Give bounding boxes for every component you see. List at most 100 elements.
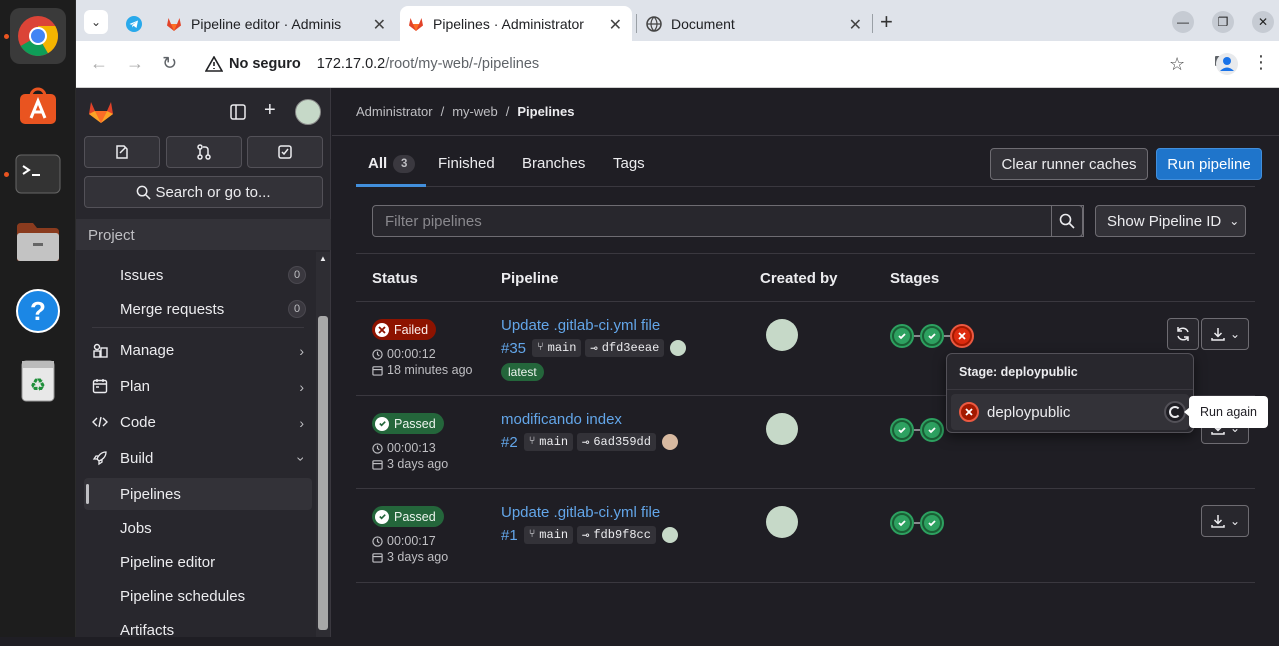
filter-pipelines-input[interactable]: Filter pipelines xyxy=(372,205,1084,237)
status-badge[interactable]: Failed xyxy=(372,319,437,340)
issues-shortcut-button[interactable] xyxy=(84,136,160,168)
stage-failed-icon[interactable] xyxy=(950,324,974,348)
scrollbar-thumb[interactable] xyxy=(318,316,328,630)
filter-search-button[interactable] xyxy=(1051,205,1083,237)
create-new-icon[interactable]: + xyxy=(264,99,276,122)
merge-requests-shortcut-button[interactable] xyxy=(166,136,242,168)
stage-passed-icon[interactable] xyxy=(920,324,944,348)
user-avatar[interactable] xyxy=(295,99,321,125)
breadcrumb-item[interactable]: my-web xyxy=(452,104,498,119)
creator-avatar[interactable] xyxy=(766,506,798,538)
pipeline-id-link[interactable]: #2 xyxy=(501,434,518,451)
pipeline-title-link[interactable]: Update .gitlab-ci.yml file xyxy=(501,504,660,521)
pipeline-id-link[interactable]: #1 xyxy=(501,527,518,544)
download-artifacts-dropdown[interactable]: ⌄ xyxy=(1201,318,1249,350)
sidebar-item-pipeline-editor[interactable]: Pipeline editor xyxy=(84,546,312,578)
status-badge[interactable]: Passed xyxy=(372,413,444,434)
commit-ref[interactable]: ⊸ dfd3eeae xyxy=(585,339,665,357)
branch-ref[interactable]: ⑂ main xyxy=(523,433,574,451)
pipeline-id-link[interactable]: #35 xyxy=(501,340,526,357)
commit-ref[interactable]: ⊸ 6ad359dd xyxy=(577,433,656,451)
author-avatar[interactable] xyxy=(661,527,678,543)
stage-passed-icon[interactable] xyxy=(920,511,944,535)
sidebar-item-plan[interactable]: Plan › xyxy=(84,370,312,402)
search-button[interactable]: Search or go to... xyxy=(84,176,323,208)
tab-finished[interactable]: Finished xyxy=(438,155,495,172)
pipeline-title-link[interactable]: Update .gitlab-ci.yml file xyxy=(501,317,660,334)
minimize-icon[interactable]: — xyxy=(1172,11,1194,33)
calendar-icon xyxy=(372,365,387,376)
terminal-icon[interactable] xyxy=(10,146,66,202)
run-again-button[interactable] xyxy=(1164,401,1186,423)
forward-icon[interactable]: → xyxy=(126,53,144,74)
app-center-icon[interactable] xyxy=(10,78,66,134)
retry-button[interactable] xyxy=(1167,318,1199,350)
scroll-up-icon[interactable]: ▲ xyxy=(319,254,327,263)
stage-passed-icon[interactable] xyxy=(890,324,914,348)
menu-kebab-icon[interactable]: ⋮ xyxy=(1252,52,1270,73)
breadcrumb-item[interactable]: Administrator xyxy=(356,104,433,119)
sidebar-item-pipelines[interactable]: Pipelines xyxy=(84,478,312,510)
tab-strip: ⌄ Pipeline editor · Adminis ✕ Pipelines … xyxy=(76,0,1279,41)
back-icon[interactable]: ← xyxy=(90,53,108,74)
creator-avatar[interactable] xyxy=(766,413,798,445)
commit-ref[interactable]: ⊸ fdb9f8cc xyxy=(577,526,656,544)
maximize-icon[interactable]: ❐ xyxy=(1212,11,1234,33)
branch-ref[interactable]: ⑂ main xyxy=(532,339,582,357)
clear-runner-caches-button[interactable]: Clear runner caches xyxy=(990,148,1148,180)
job-item-deploypublic[interactable]: deploypublic xyxy=(951,394,1189,430)
tab-pipeline-editor[interactable]: Pipeline editor · Adminis ✕ xyxy=(120,6,396,41)
stage-passed-icon[interactable] xyxy=(890,511,914,535)
sidebar-item-label: Plan xyxy=(120,377,151,395)
tab-pipelines[interactable]: Pipelines · Administrator ✕ xyxy=(400,6,632,41)
branch-ref[interactable]: ⑂ main xyxy=(523,526,574,544)
sidebar-scrollbar[interactable]: ▲ xyxy=(316,252,330,637)
help-icon[interactable]: ? xyxy=(10,283,66,339)
bookmark-star-icon[interactable]: ☆ xyxy=(1169,54,1185,75)
todos-shortcut-button[interactable] xyxy=(247,136,323,168)
sidebar-item-code[interactable]: Code › xyxy=(84,406,312,438)
sidebar-item-build[interactable]: Build › xyxy=(84,442,312,474)
gitlab-logo-icon[interactable] xyxy=(88,100,114,124)
reload-icon[interactable]: ↻ xyxy=(162,53,177,74)
sidebar-item-pipeline-schedules[interactable]: Pipeline schedules xyxy=(84,580,312,612)
collapse-sidebar-icon[interactable] xyxy=(230,104,246,120)
author-avatar[interactable] xyxy=(661,434,678,450)
show-pipeline-id-dropdown[interactable]: Show Pipeline ID ⌄ xyxy=(1095,205,1246,237)
column-header-stages: Stages xyxy=(890,270,940,287)
creator-avatar[interactable] xyxy=(766,319,798,351)
author-avatar[interactable] xyxy=(670,340,687,356)
project-section-label: Project xyxy=(76,219,331,250)
close-window-icon[interactable]: ✕ xyxy=(1252,11,1274,33)
sidebar-item-artifacts[interactable]: Artifacts xyxy=(84,614,312,646)
tab-tags[interactable]: Tags xyxy=(613,155,645,172)
chrome-app-icon[interactable] xyxy=(10,8,66,64)
url-path: /root/my-web/-/pipelines xyxy=(385,56,540,72)
tab-branches[interactable]: Branches xyxy=(522,155,585,172)
files-icon[interactable] xyxy=(10,214,66,270)
run-pipeline-button[interactable]: Run pipeline xyxy=(1156,148,1262,180)
sidebar-item-jobs[interactable]: Jobs xyxy=(84,512,312,544)
pipeline-title-link[interactable]: modificando index xyxy=(501,411,622,428)
commit-icon: ⊸ xyxy=(582,435,590,450)
sidebar-item-issues[interactable]: Issues 0 xyxy=(84,259,312,291)
stage-passed-icon[interactable] xyxy=(890,418,914,442)
duration: 00:00:12 xyxy=(372,347,436,361)
sidebar-item-manage[interactable]: Manage › xyxy=(84,334,312,366)
url-field[interactable]: No seguro 172.17.0.2 /root/my-web/-/pipe… xyxy=(201,47,1246,81)
download-artifacts-dropdown[interactable]: ⌄ xyxy=(1201,505,1249,537)
svg-text:?: ? xyxy=(30,296,46,326)
trash-icon[interactable]: ♻ xyxy=(10,352,66,408)
sidebar-item-merge-requests[interactable]: Merge requests 0 xyxy=(84,293,312,325)
new-tab-icon[interactable]: + xyxy=(880,9,893,35)
close-tab-icon[interactable]: ✕ xyxy=(849,15,862,35)
status-badge[interactable]: Passed xyxy=(372,506,444,527)
profile-icon[interactable] xyxy=(1216,53,1238,75)
tab-all[interactable]: All 3 xyxy=(368,155,416,173)
close-tab-icon[interactable]: ✕ xyxy=(609,15,622,35)
tab-search-chevron-icon[interactable]: ⌄ xyxy=(84,10,108,34)
breadcrumb-current[interactable]: Pipelines xyxy=(517,104,574,119)
tab-document[interactable]: Document ✕ xyxy=(640,6,872,41)
close-tab-icon[interactable]: ✕ xyxy=(373,15,386,35)
stage-passed-icon[interactable] xyxy=(920,418,944,442)
